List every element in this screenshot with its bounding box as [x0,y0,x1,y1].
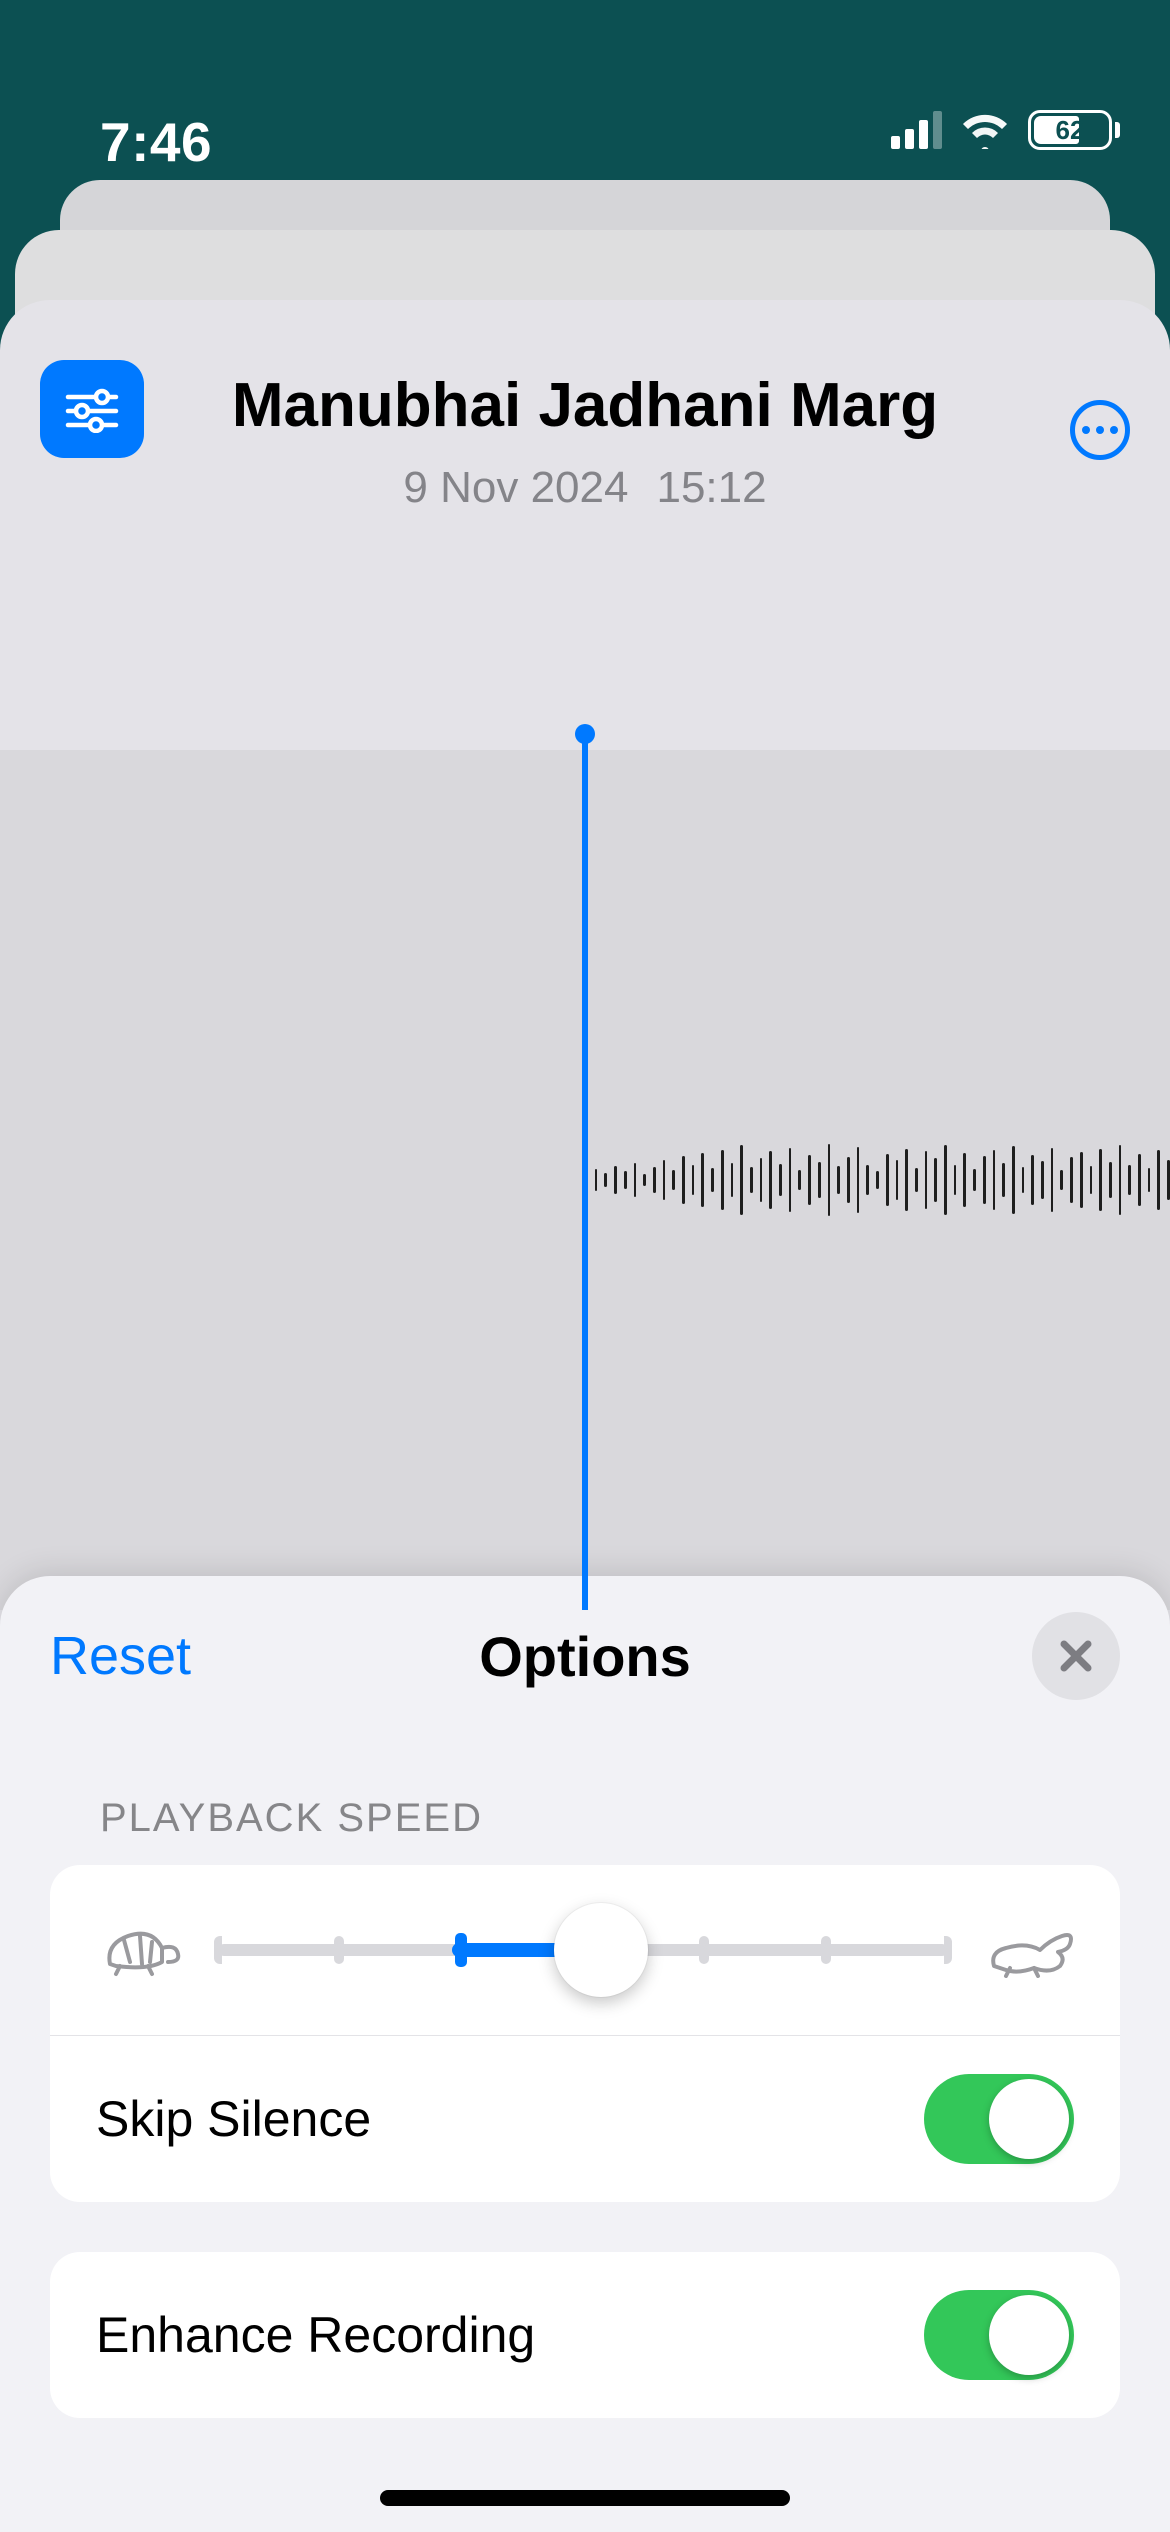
recording-time: 15:12 [656,463,766,512]
sheet-title: Options [479,1624,691,1689]
reset-button[interactable]: Reset [50,1625,191,1687]
tortoise-icon [96,1922,182,1978]
status-time: 7:46 [100,110,212,174]
waveform-area[interactable] [0,750,1170,1610]
enhance-group: Enhance Recording [50,2252,1120,2418]
hare-icon [984,1922,1074,1978]
close-button[interactable] [1032,1612,1120,1700]
recording-subtitle: 9 Nov 2024 15:12 [0,463,1170,513]
options-sheet: Reset Options PLAYBACK SPEED [0,1576,1170,2532]
enhance-label: Enhance Recording [96,2306,535,2364]
enhance-row: Enhance Recording [50,2252,1120,2418]
playhead [582,730,588,1610]
speed-slider-row [50,1865,1120,2035]
sliders-icon [64,385,120,433]
enhance-toggle[interactable] [924,2290,1074,2380]
battery-icon: 62 [1028,110,1120,150]
playback-group: Skip Silence [50,1865,1120,2202]
recording-date: 9 Nov 2024 [403,463,628,512]
status-indicators: 62 [891,110,1120,150]
skip-silence-row: Skip Silence [50,2035,1120,2202]
cellular-icon [891,111,942,149]
ellipsis-icon [1082,426,1090,434]
skip-silence-label: Skip Silence [96,2090,371,2148]
more-button[interactable] [1070,400,1130,460]
waveform [585,1120,1170,1240]
skip-silence-toggle[interactable] [924,2074,1074,2164]
recording-title: Manubhai Jadhani Marg [0,370,1170,441]
home-indicator[interactable] [380,2490,790,2506]
close-icon [1054,1634,1098,1678]
status-bar: 7:46 62 [0,0,1170,170]
playback-speed-label: PLAYBACK SPEED [100,1796,1170,1841]
recording-header: Manubhai Jadhani Marg 9 Nov 2024 15:12 [0,300,1170,750]
slider-thumb[interactable] [554,1903,648,1997]
recording-card: Manubhai Jadhani Marg 9 Nov 2024 15:12 Re… [0,300,1170,2532]
speed-slider[interactable] [218,1910,948,1990]
filter-button[interactable] [40,360,144,458]
wifi-icon [960,111,1010,149]
